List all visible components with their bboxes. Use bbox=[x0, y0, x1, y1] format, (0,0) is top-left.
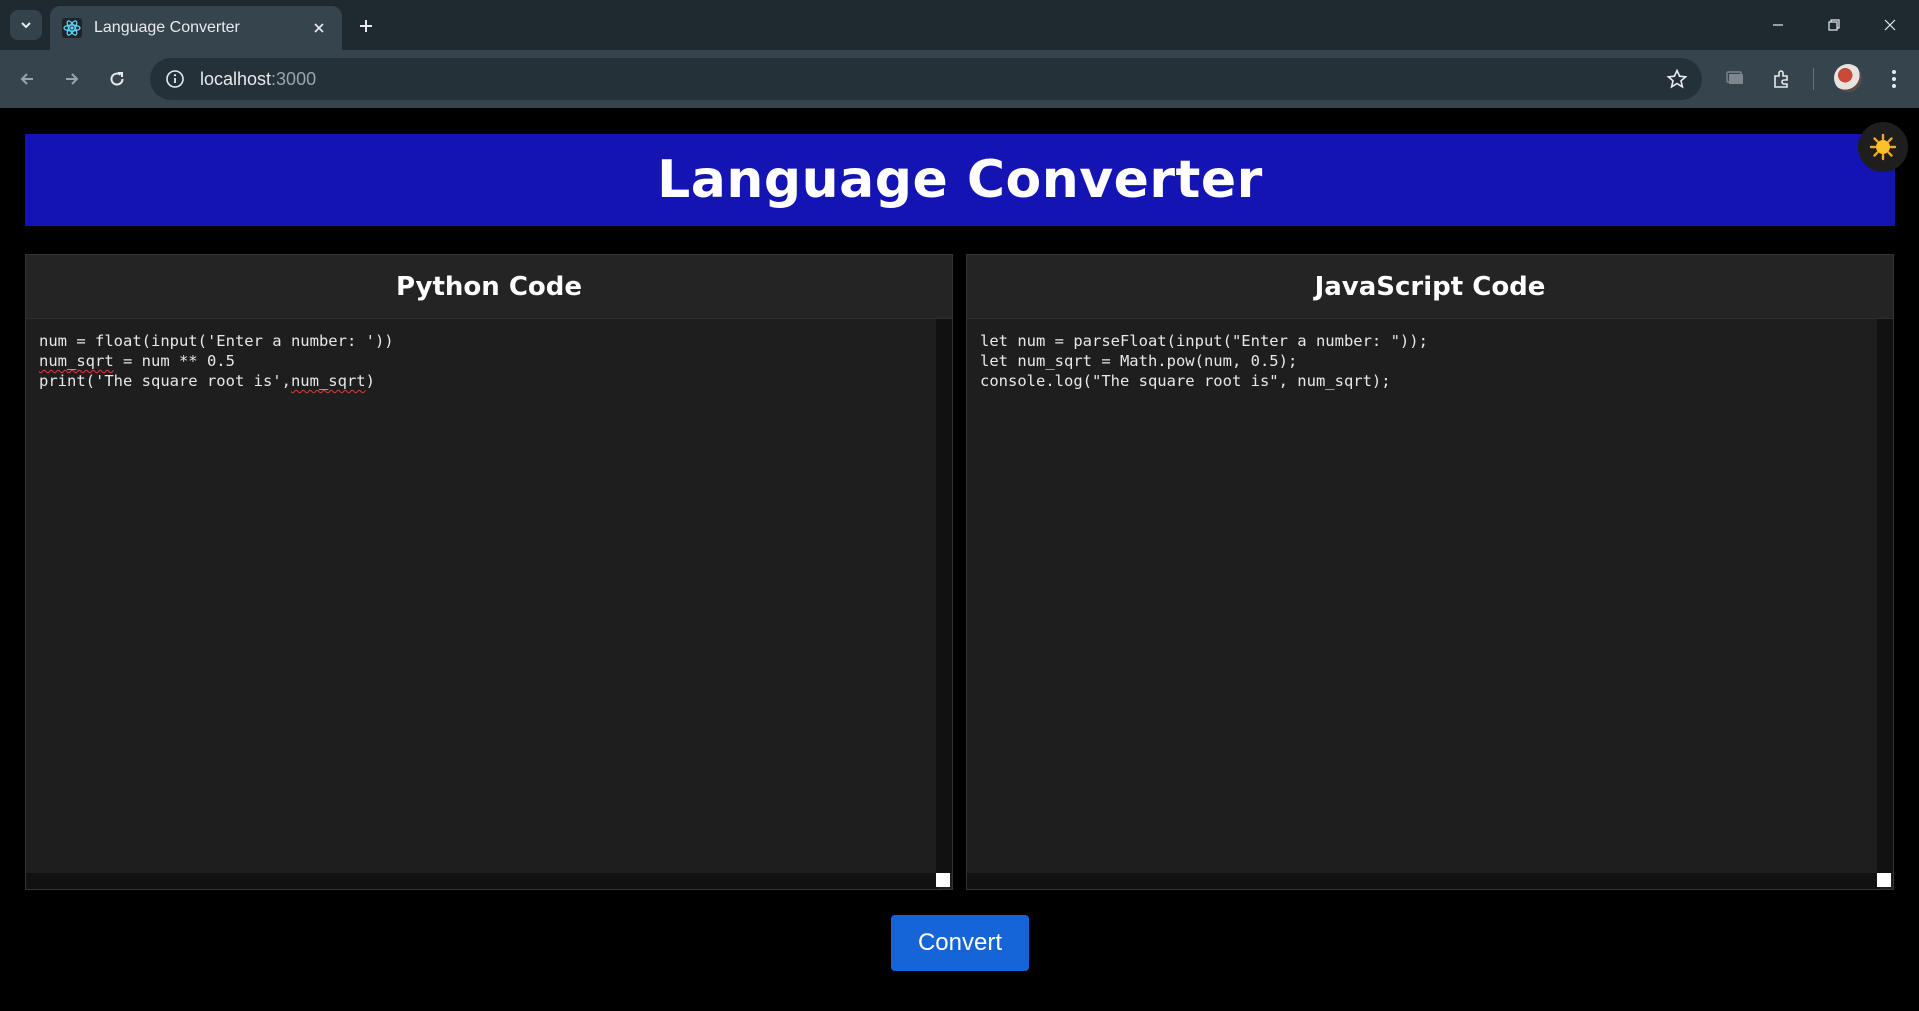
app-page: Language Converter Python Code num = flo… bbox=[0, 108, 1919, 1011]
javascript-code-line: let num = parseFloat(input("Enter a numb… bbox=[980, 332, 1428, 350]
toolbar-divider bbox=[1813, 68, 1814, 90]
extensions-icon[interactable] bbox=[1766, 63, 1798, 95]
url-port: :3000 bbox=[271, 68, 317, 89]
restore-button[interactable] bbox=[1806, 0, 1862, 50]
back-button[interactable] bbox=[11, 63, 43, 95]
close-icon[interactable] bbox=[308, 17, 330, 39]
javascript-code-line: let num_sqrt = Math.pow(num, 0.5); bbox=[980, 352, 1298, 370]
convert-button[interactable]: Convert bbox=[891, 915, 1029, 971]
python-code-line: num = float(input('Enter a number: ')) bbox=[39, 332, 394, 350]
spellcheck-underline: num_sqrt bbox=[39, 352, 114, 370]
browser-toolbar: localhost:3000 bbox=[0, 50, 1919, 108]
react-icon bbox=[62, 18, 82, 38]
tab-search-button[interactable] bbox=[10, 10, 42, 40]
more-menu-icon[interactable] bbox=[1878, 63, 1910, 95]
python-vertical-scrollbar[interactable] bbox=[936, 319, 952, 873]
python-panel: Python Code num = float(input('Enter a n… bbox=[25, 254, 953, 890]
forward-button[interactable] bbox=[56, 63, 88, 95]
javascript-code-line: console.log("The square root is", num_sq… bbox=[980, 372, 1391, 390]
javascript-horizontal-scrollbar[interactable] bbox=[967, 873, 1879, 889]
spellcheck-underline: num_sqrt bbox=[290, 372, 366, 390]
url-host: localhost bbox=[200, 68, 272, 89]
chevron-down-icon bbox=[21, 22, 31, 29]
python-panel-heading: Python Code bbox=[26, 255, 952, 319]
plus-icon bbox=[360, 20, 372, 32]
browser-tab-bar: Language Converter bbox=[0, 0, 1919, 50]
new-tab-button[interactable] bbox=[352, 12, 380, 40]
app-header: Language Converter bbox=[25, 134, 1895, 226]
minimize-button[interactable] bbox=[1750, 0, 1806, 50]
close-icon bbox=[1884, 19, 1896, 31]
python-resize-handle[interactable] bbox=[936, 873, 950, 887]
minimize-icon bbox=[1773, 24, 1783, 26]
close-window-button[interactable] bbox=[1862, 0, 1918, 50]
javascript-code-editor[interactable]: let num = parseFloat(input("Enter a numb… bbox=[967, 319, 1879, 873]
bookmark-star-icon[interactable] bbox=[1666, 68, 1688, 90]
tab-title: Language Converter bbox=[94, 19, 240, 36]
media-controls-icon[interactable] bbox=[1720, 63, 1752, 95]
browser-tab[interactable]: Language Converter bbox=[50, 6, 342, 50]
arrow-right-icon bbox=[66, 73, 79, 85]
address-bar[interactable]: localhost:3000 bbox=[150, 58, 1702, 100]
site-info-icon[interactable] bbox=[164, 68, 186, 90]
python-code-line: num_sqrt = num ** 0.5 bbox=[39, 352, 235, 370]
javascript-vertical-scrollbar[interactable] bbox=[1877, 319, 1893, 873]
profile-avatar[interactable] bbox=[1834, 64, 1862, 92]
python-code-line: print('The square root is',num_sqrt) bbox=[39, 372, 375, 390]
page-title: Language Converter bbox=[657, 150, 1263, 210]
javascript-panel: JavaScript Code let num = parseFloat(inp… bbox=[966, 254, 1894, 890]
javascript-resize-handle[interactable] bbox=[1877, 873, 1891, 887]
theme-toggle-button[interactable] bbox=[1858, 122, 1908, 172]
javascript-panel-heading: JavaScript Code bbox=[967, 255, 1893, 319]
reload-icon bbox=[110, 72, 124, 86]
sun-icon bbox=[1869, 133, 1897, 161]
arrow-left-icon bbox=[20, 73, 33, 85]
restore-icon bbox=[1828, 19, 1840, 31]
python-horizontal-scrollbar[interactable] bbox=[26, 873, 938, 889]
python-code-editor[interactable]: num = float(input('Enter a number: ')) nu… bbox=[26, 319, 938, 873]
reload-button[interactable] bbox=[101, 63, 133, 95]
